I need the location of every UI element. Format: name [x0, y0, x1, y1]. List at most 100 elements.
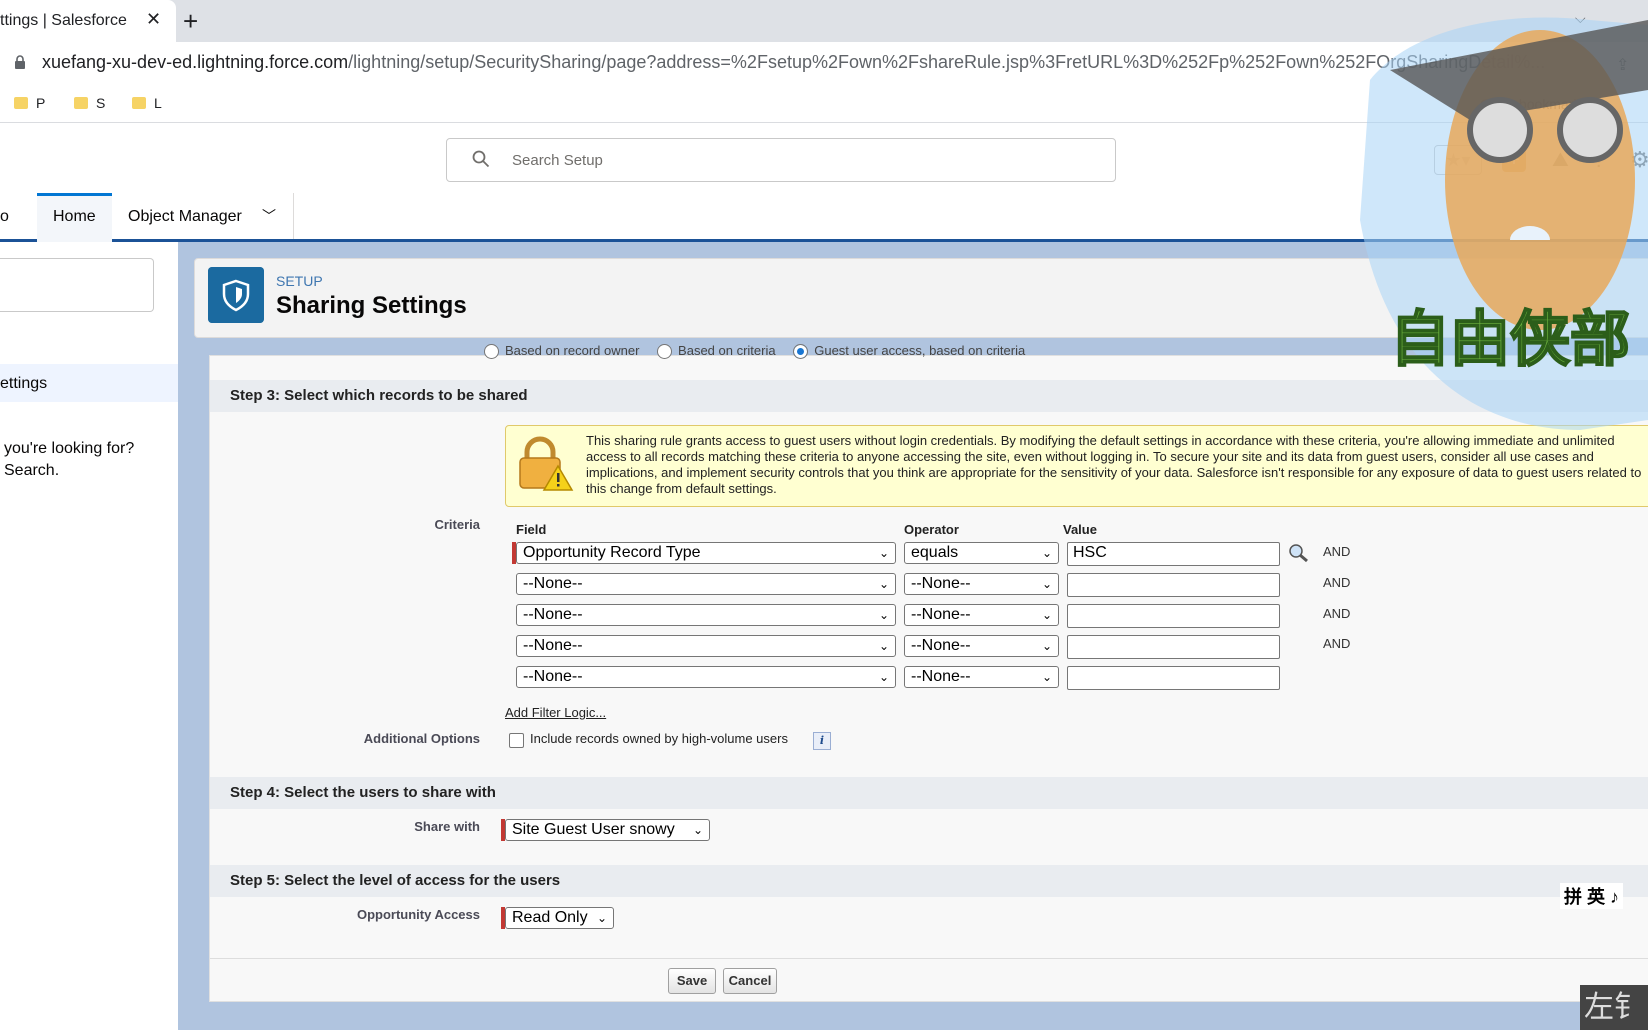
browser-tab-title[interactable]: ttings | Salesforce	[0, 12, 127, 30]
col-value-header: Value	[1063, 522, 1097, 537]
select-value: equals	[911, 544, 959, 561]
info-icon[interactable]: i	[813, 732, 831, 750]
help-icon[interactable]: ?	[1593, 147, 1605, 173]
chevron-down-icon[interactable]: ﹀	[262, 206, 276, 226]
sidebar-item-label: ettings	[0, 375, 48, 392]
chevron-down-icon: ⌄	[878, 670, 889, 684]
browser-tabstrip	[0, 0, 1648, 42]
criteria-value-input[interactable]	[1067, 635, 1280, 659]
step5-title: Step 5: Select the level of access for t…	[230, 872, 561, 889]
criteria-operator-select[interactable]: --None-- ⌄	[904, 573, 1059, 595]
sidebar-help-text: Search.	[4, 462, 60, 479]
chevron-down-icon[interactable]: ⌵	[1575, 10, 1586, 27]
high-volume-label: Include records owned by high-volume use…	[530, 731, 788, 746]
radio-owner[interactable]	[484, 344, 499, 360]
criteria-operator-select[interactable]: --None-- ⌄	[904, 635, 1059, 657]
close-icon[interactable]: ✕	[146, 9, 161, 30]
share-with-label: Share with	[414, 819, 480, 834]
url-text[interactable]: xuefang-xu-dev-ed.lightning.force.com/li…	[42, 52, 1545, 73]
chevron-down-icon: ⌄	[1041, 608, 1052, 622]
bookmark-folder[interactable]: S	[74, 95, 105, 111]
criteria-value-input[interactable]	[1067, 666, 1280, 690]
bookmark-label: L	[154, 95, 162, 111]
bookmark-folder[interactable]: L	[132, 95, 162, 111]
select-value: --None--	[911, 668, 971, 685]
criteria-operator-select[interactable]: equals ⌄	[904, 542, 1059, 564]
quick-find-input[interactable]	[0, 258, 154, 312]
other-bookmarks[interactable]: Other bookmarks	[1480, 96, 1587, 112]
chevron-down-icon: ⌄	[878, 577, 889, 591]
cancel-button[interactable]: Cancel	[723, 968, 777, 994]
search-icon	[472, 150, 490, 168]
bookmarks-bar	[0, 82, 1648, 123]
select-value: Opportunity Record Type	[523, 544, 701, 561]
chevron-down-icon: ⌄	[878, 639, 889, 653]
share-with-select[interactable]: Site Guest User snowy ⌄	[505, 819, 710, 841]
access-level-select[interactable]: Read Only ⌄	[505, 907, 614, 929]
criteria-field-select[interactable]: Opportunity Record Type ⌄	[516, 542, 896, 564]
step3-header: Step 3: Select which records to be share…	[210, 380, 1648, 412]
chevron-down-icon: ⌄	[596, 911, 607, 925]
criteria-field-select[interactable]: --None-- ⌄	[516, 635, 896, 657]
criteria-operator-select[interactable]: --None-- ⌄	[904, 604, 1059, 626]
bookmark-folder[interactable]: P	[14, 95, 45, 111]
page-eyebrow: SETUP	[276, 273, 323, 289]
radio-label: Based on criteria	[678, 343, 776, 358]
button-divider	[210, 958, 1648, 959]
new-tab-icon[interactable]: +	[183, 6, 198, 37]
shield-icon	[208, 267, 264, 323]
lookup-icon[interactable]	[1288, 543, 1310, 563]
chevron-down-icon: ⌄	[692, 823, 703, 837]
additional-options-label: Additional Options	[363, 731, 480, 746]
step3-title: Step 3: Select which records to be share…	[230, 387, 528, 404]
select-value: --None--	[523, 668, 583, 685]
gear-icon[interactable]: ⚙	[1630, 147, 1648, 173]
access-level-label: Opportunity Access	[356, 907, 480, 922]
share-icon[interactable]: ⇪	[1616, 55, 1629, 75]
setup-nav-bar	[0, 185, 1648, 242]
criteria-value-input[interactable]	[1067, 604, 1280, 628]
criteria-field-select[interactable]: --None-- ⌄	[516, 666, 896, 688]
ime-toolbar: 拼 英 ♪	[1560, 883, 1624, 909]
input-value: HSC	[1073, 544, 1107, 561]
high-volume-checkbox[interactable]	[509, 733, 524, 748]
folder-icon	[14, 97, 28, 109]
guest-warning-text: This sharing rule grants access to guest…	[586, 433, 1642, 496]
save-button[interactable]: Save	[668, 968, 716, 994]
criteria-operator-select[interactable]: --None-- ⌄	[904, 666, 1059, 688]
and-label: AND	[1323, 636, 1351, 651]
chevron-down-icon: ⌄	[1041, 670, 1052, 684]
nav-divider	[293, 193, 294, 239]
setup-sidebar	[0, 242, 178, 1030]
radio-guest[interactable]	[793, 344, 809, 360]
col-operator-header: Operator	[904, 522, 959, 537]
add-filter-logic-link[interactable]: Add Filter Logic...	[505, 705, 606, 720]
criteria-value-input[interactable]: HSC	[1067, 542, 1280, 566]
criteria-field-select[interactable]: --None-- ⌄	[516, 573, 896, 595]
trailhead-icon[interactable]: ⛰	[1552, 149, 1569, 172]
tab-home-label[interactable]: Home	[53, 208, 96, 226]
criteria-value-input[interactable]	[1067, 573, 1280, 597]
sidebar-help-text: you're looking for?	[4, 440, 135, 457]
tab-object-manager[interactable]: Object Manager	[128, 208, 242, 226]
step4-header: Step 4: Select the users to share with	[210, 777, 1648, 809]
app-name-partial: o	[0, 208, 9, 225]
and-label: AND	[1323, 544, 1351, 559]
radio-label: Guest user access, based on criteria	[814, 343, 1026, 358]
radio-criteria[interactable]	[657, 344, 673, 360]
lock-icon[interactable]	[14, 55, 26, 69]
criteria-label: Criteria	[434, 517, 480, 532]
bookmark-label: S	[96, 95, 106, 111]
chevron-down-icon: ⌄	[1041, 639, 1052, 653]
favorites-star-icon[interactable]: ★▾	[1434, 145, 1482, 175]
global-actions-icon[interactable]: +	[1502, 148, 1526, 172]
col-field-header: Field	[516, 522, 547, 537]
corner-watermark: 左钅	[1580, 985, 1648, 1030]
chevron-down-icon: ⌄	[878, 608, 889, 622]
criteria-field-select[interactable]: --None-- ⌄	[516, 604, 896, 626]
step4-title: Step 4: Select the users to share with	[230, 784, 496, 801]
chevron-down-icon: ⌄	[878, 546, 889, 560]
select-value: --None--	[523, 637, 583, 654]
and-label: AND	[1323, 575, 1351, 590]
select-value: --None--	[523, 575, 583, 592]
